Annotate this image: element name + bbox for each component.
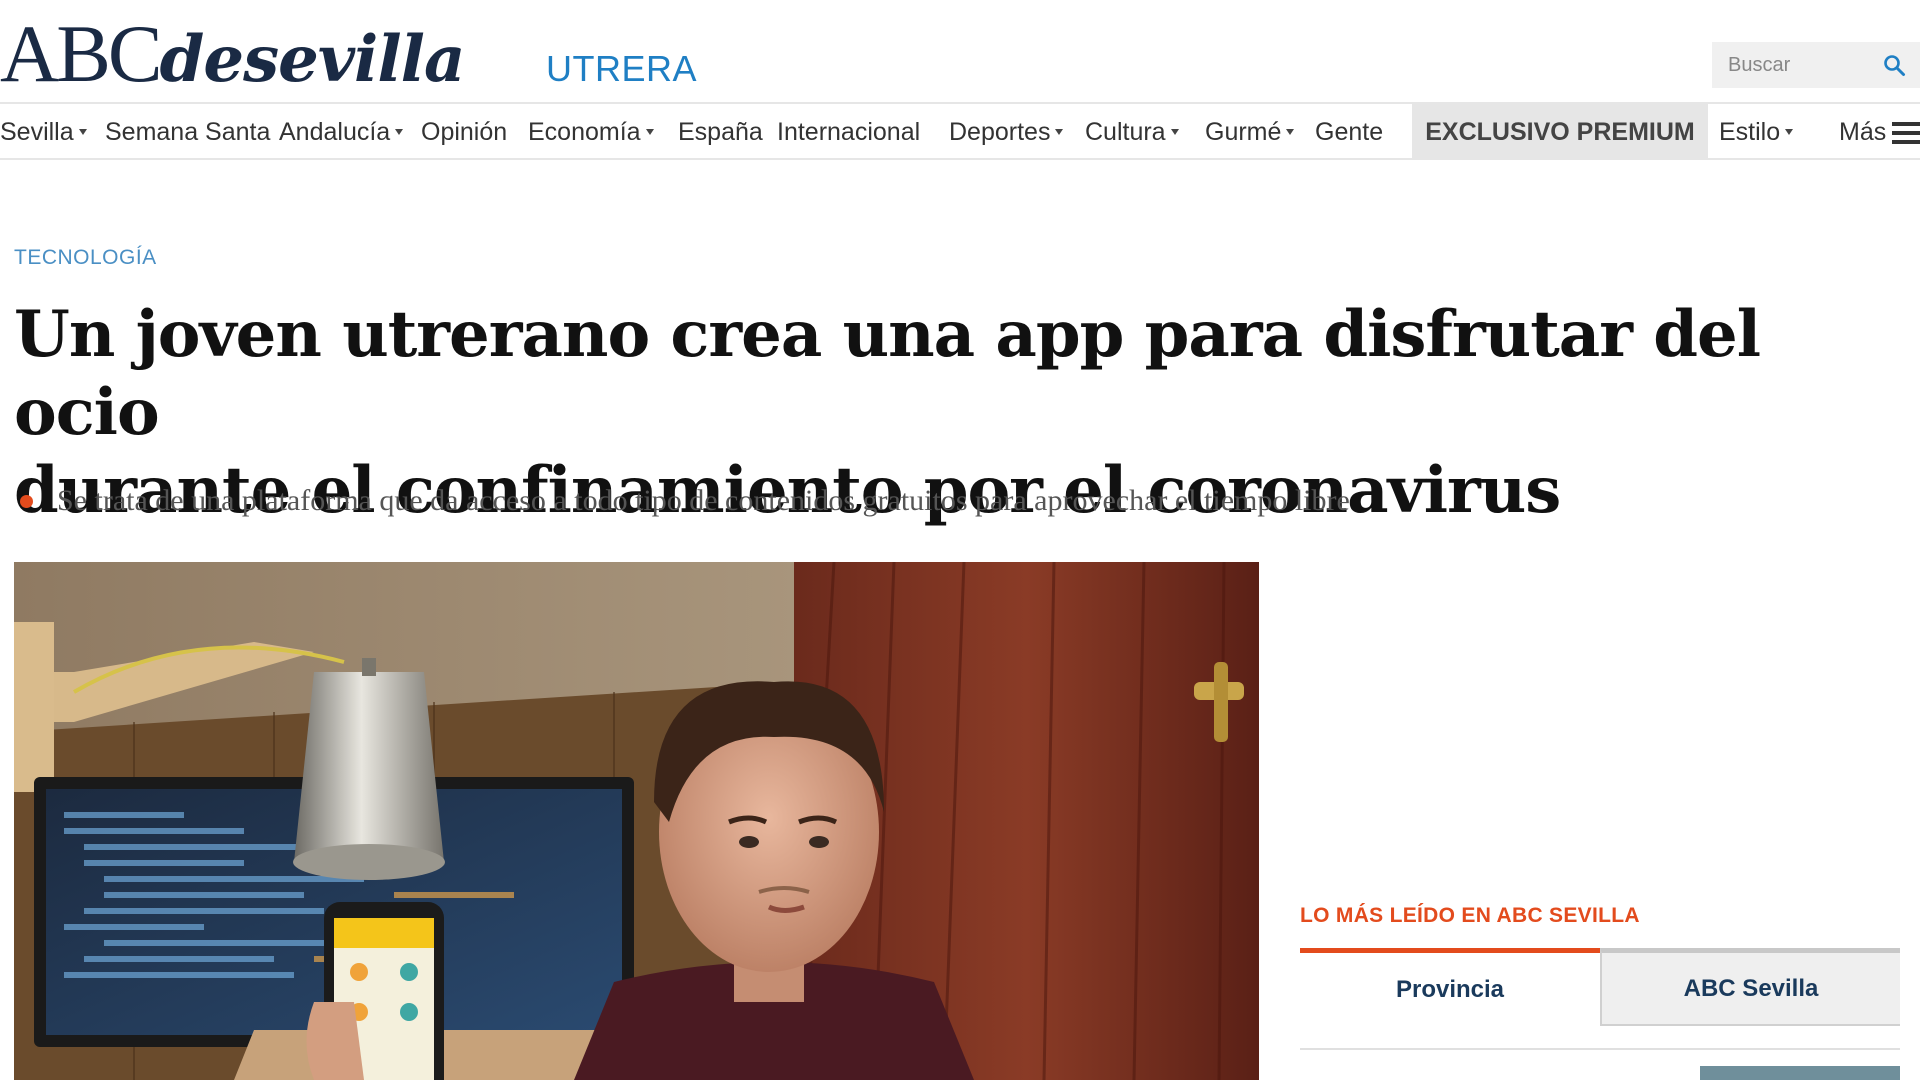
nav-item-economia[interactable]: Economía: [528, 104, 654, 160]
nav-item-gente[interactable]: Gente: [1315, 104, 1383, 160]
nav-item-internacional[interactable]: Internacional: [777, 104, 920, 160]
nav-label: Gurmé: [1205, 117, 1282, 146]
chevron-down-icon: [395, 129, 404, 135]
nav-item-cultura[interactable]: Cultura: [1085, 104, 1179, 160]
most-read-tabs: Provincia ABC Sevilla: [1300, 948, 1900, 1026]
hamburger-menu-icon[interactable]: [1892, 122, 1920, 144]
most-read-thumbnail[interactable]: [1700, 1066, 1900, 1080]
headline-line-1: Un joven utrerano crea una app para disf…: [14, 297, 1761, 450]
nav-label: Estilo: [1719, 117, 1781, 146]
chevron-down-icon: [1785, 129, 1794, 135]
nav-item-estilo[interactable]: Estilo: [1719, 104, 1794, 160]
chevron-down-icon: [78, 129, 87, 135]
nav-label: Andalucía: [279, 117, 391, 146]
section-title[interactable]: UTRERA: [546, 48, 697, 90]
main-nav: Sevilla Semana Santa Andalucía Opinión E…: [0, 104, 1920, 160]
nav-item-semana-santa[interactable]: Semana Santa: [105, 104, 270, 160]
nav-label: España: [678, 117, 763, 146]
article-subheadline: Se trata de una plataforma que da acceso…: [20, 484, 1350, 518]
site-header: ABC desevilla UTRERA: [0, 0, 1920, 104]
divider: [1300, 1048, 1900, 1050]
article-category[interactable]: TECNOLOGÍA: [14, 246, 157, 270]
nav-label: Cultura: [1085, 117, 1166, 146]
nav-item-mas[interactable]: Más: [1839, 104, 1886, 160]
nav-label: Gente: [1315, 117, 1384, 146]
tab-provincia[interactable]: Provincia: [1300, 948, 1600, 1026]
chevron-down-icon: [1286, 129, 1295, 135]
nav-label: Semana Santa: [105, 117, 271, 146]
search-box: [1712, 42, 1920, 88]
search-input[interactable]: [1712, 53, 1872, 77]
most-read-title: LO MÁS LEÍDO EN ABC SEVILLA: [1300, 904, 1640, 927]
nav-item-gurme[interactable]: Gurmé: [1205, 104, 1295, 160]
logo-abc-text: ABC: [0, 8, 163, 99]
subheadline-text: Se trata de una plataforma que da acceso…: [57, 484, 1350, 517]
nav-item-andalucia[interactable]: Andalucía: [279, 104, 404, 160]
nav-label: Deportes: [949, 117, 1051, 146]
tab-abc-sevilla[interactable]: ABC Sevilla: [1600, 948, 1900, 1026]
photo-illustration: [14, 562, 1259, 1080]
search-icon[interactable]: [1882, 53, 1906, 77]
nav-label: Internacional: [777, 117, 921, 146]
nav-label: Economía: [528, 117, 641, 146]
chevron-down-icon: [645, 129, 654, 135]
chevron-down-icon: [1055, 129, 1064, 135]
most-read-item-peek[interactable]: [1380, 1066, 1630, 1080]
nav-item-opinion[interactable]: Opinión: [421, 104, 507, 160]
nav-item-sevilla[interactable]: Sevilla: [0, 104, 87, 160]
bullet-dot-icon: [20, 494, 33, 508]
nav-label: Más: [1839, 117, 1887, 146]
site-logo[interactable]: ABC desevilla: [0, 8, 465, 99]
nav-item-espana[interactable]: España: [678, 104, 763, 160]
article-photo[interactable]: [14, 562, 1259, 1080]
logo-desevilla-text: desevilla: [159, 22, 466, 97]
nav-item-exclusivo-premium[interactable]: EXCLUSIVO PREMIUM: [1412, 104, 1708, 160]
nav-label: Opinión: [421, 117, 508, 146]
chevron-down-icon: [1170, 129, 1179, 135]
nav-label: EXCLUSIVO PREMIUM: [1425, 117, 1695, 146]
nav-label: Sevilla: [0, 117, 74, 146]
nav-item-deportes[interactable]: Deportes: [949, 104, 1064, 160]
